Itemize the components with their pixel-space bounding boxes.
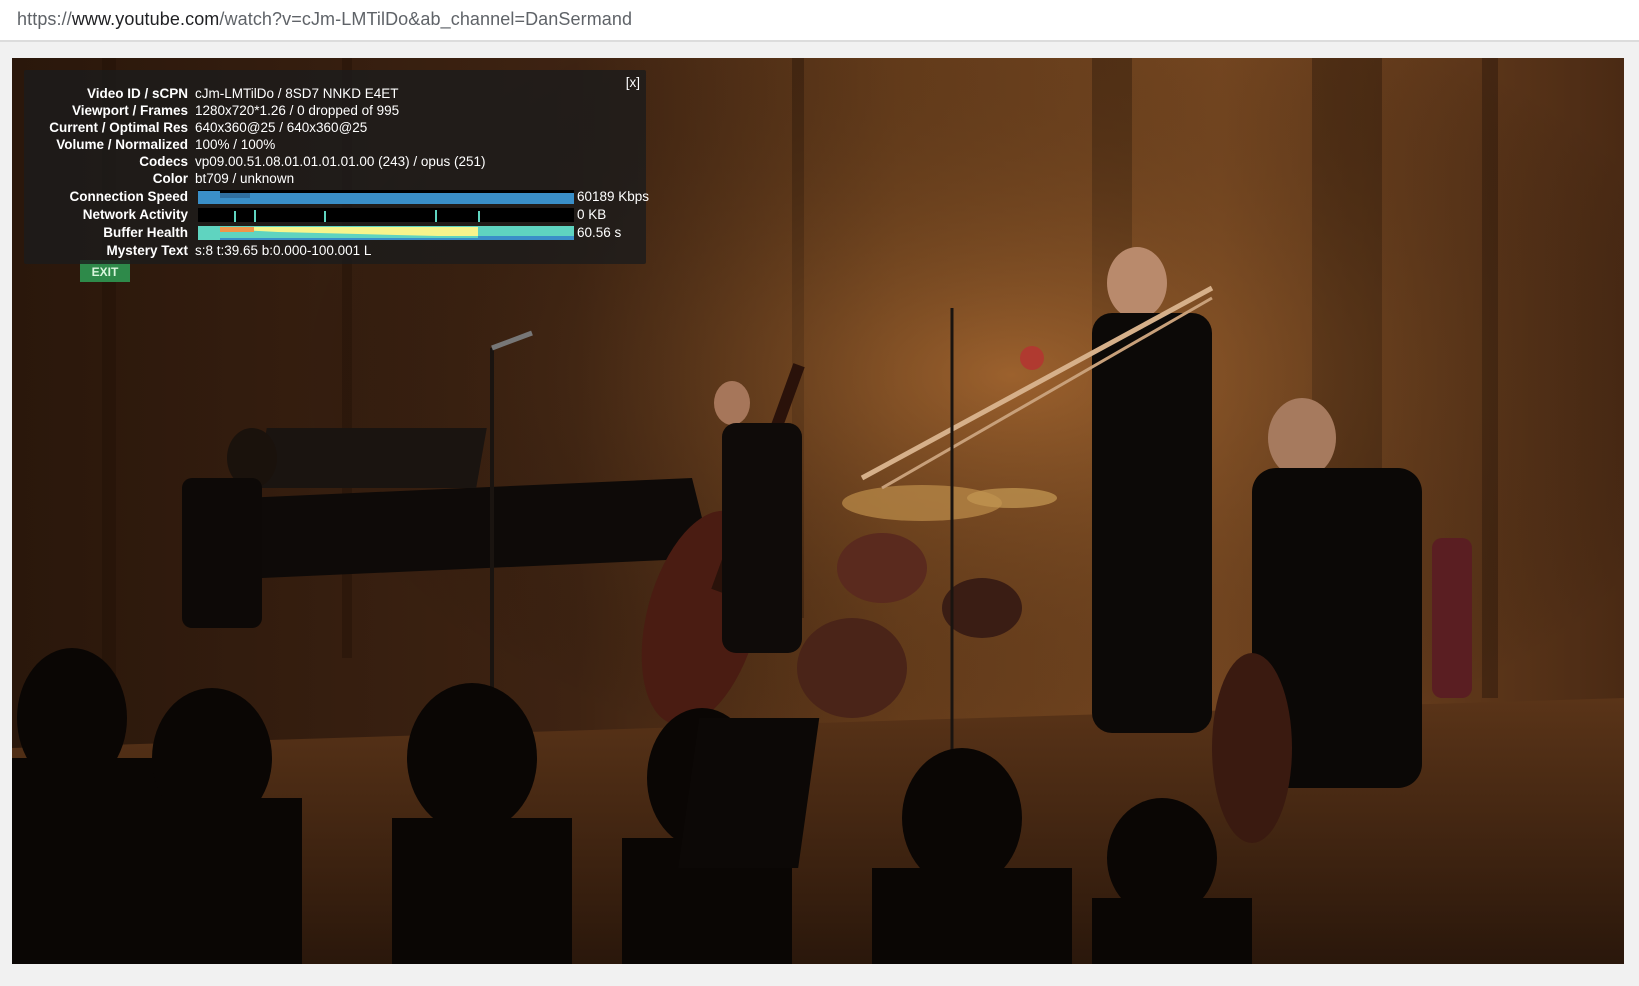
stat-row-buffer-health: Buffer Health 60.56 s (24, 224, 646, 242)
stat-label: Video ID / sCPN (86, 86, 188, 101)
stat-label: Buffer Health (103, 225, 188, 240)
address-bar[interactable]: https://www.youtube.com/watch?v=cJm-LMTi… (0, 0, 1639, 42)
stat-value: 60189 Kbps (577, 189, 650, 204)
connection-speed-graph (198, 190, 574, 204)
stat-row-connection-speed: Connection Speed 60189 Kbps (24, 188, 650, 206)
stat-label: Connection Speed (69, 189, 188, 204)
stat-label: Network Activity (82, 207, 188, 222)
stat-label: Viewport / Frames (71, 103, 188, 118)
url-text[interactable]: https://www.youtube.com/watch?v=cJm-LMTi… (17, 9, 632, 30)
stat-value: 100% / 100% (195, 137, 276, 152)
stat-label: Codecs (139, 154, 188, 169)
stat-value: s:8 t:39.65 b:0.000-100.001 L (195, 243, 372, 258)
close-stats-button[interactable]: [x] (626, 75, 640, 90)
url-scheme: https:// (17, 9, 72, 29)
stat-value: 0 KB (577, 207, 607, 222)
video-player[interactable]: EXIT [x] Video ID / sCPN cJm-LMTilDo / 8… (12, 58, 1624, 964)
page-bottom-strip (0, 964, 1639, 986)
stat-value: bt709 / unknown (195, 171, 295, 186)
exit-sign-text: EXIT (92, 265, 119, 279)
network-activity-graph (198, 208, 574, 222)
stat-label: Mystery Text (106, 243, 188, 258)
stat-value: vp09.00.51.08.01.01.01.01.00 (243) / opu… (195, 154, 486, 169)
stat-value: cJm-LMTilDo / 8SD7 NNKD E4ET (195, 86, 399, 101)
url-path: /watch?v=cJm-LMTilDo&ab_channel=DanSerma… (219, 9, 633, 29)
stat-row-network-activity: Network Activity 0 KB (24, 206, 646, 224)
stats-for-nerds-panel: [x] Video ID / sCPN cJm-LMTilDo / 8SD7 N… (24, 70, 650, 264)
url-host: www.youtube.com (71, 9, 220, 29)
stat-label: Current / Optimal Res (49, 120, 188, 135)
stat-value: 640x360@25 / 640x360@25 (195, 120, 368, 135)
stat-value: 60.56 s (577, 225, 622, 240)
stat-label: Volume / Normalized (56, 137, 188, 152)
stat-label: Color (152, 171, 188, 186)
stat-value: 1280x720*1.26 / 0 dropped of 995 (195, 103, 400, 118)
buffer-health-graph (198, 226, 574, 240)
